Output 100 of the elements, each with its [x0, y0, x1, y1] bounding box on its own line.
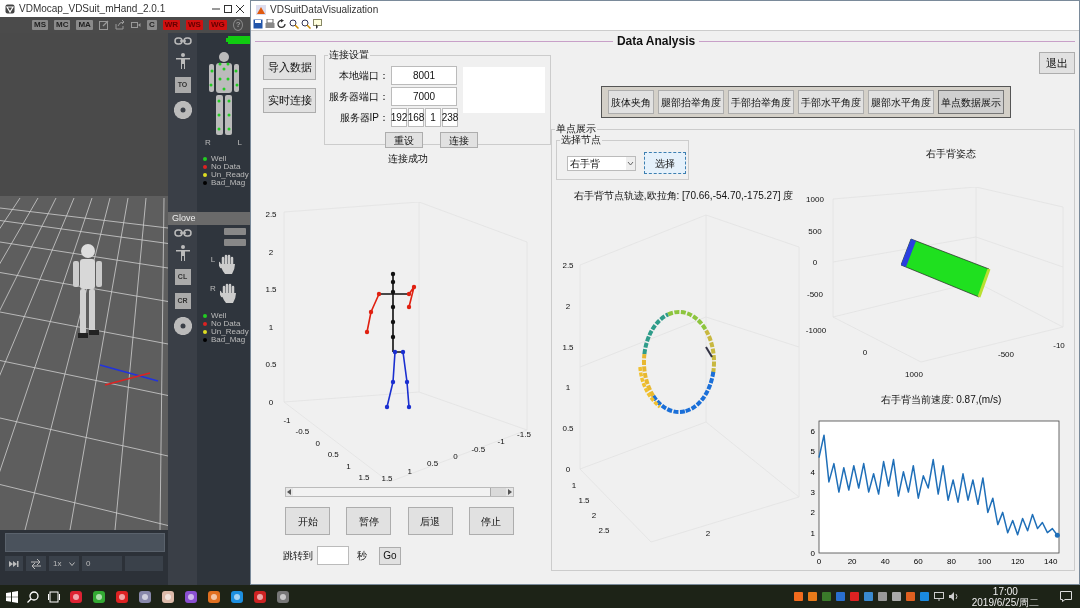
- view-tab[interactable]: 腿部水平角度: [868, 90, 934, 114]
- tick-label: 60: [913, 557, 923, 566]
- view-tab[interactable]: 腿部抬举角度: [658, 90, 724, 114]
- battery-icon: [224, 228, 246, 235]
- skip-end-button[interactable]: [5, 556, 23, 571]
- input-field[interactable]: 192: [391, 108, 407, 127]
- data-cursor-icon[interactable]: [313, 19, 323, 29]
- action-button[interactable]: 实时连接: [263, 88, 316, 113]
- tick-label: 2.5: [598, 525, 610, 535]
- tick-label: 0: [816, 557, 822, 566]
- app-icon[interactable]: [138, 589, 152, 604]
- person-icon[interactable]: [175, 53, 190, 69]
- legend-label: No Data: [211, 162, 241, 171]
- playback-button[interactable]: 后退: [407, 507, 453, 535]
- task-view-icon[interactable]: [48, 590, 60, 603]
- view-tab[interactable]: 肢体夹角: [608, 90, 654, 114]
- person-icon[interactable]: [175, 245, 190, 261]
- network-icon[interactable]: [933, 592, 944, 601]
- input-field[interactable]: 168: [408, 108, 424, 127]
- caret-icon: [626, 156, 635, 170]
- zoom-out-icon[interactable]: [301, 19, 311, 29]
- view-tab[interactable]: 手部水平角度: [798, 90, 864, 114]
- app-icon[interactable]: [184, 589, 198, 604]
- app-icon[interactable]: [92, 589, 106, 604]
- action-button[interactable]: 导入数据: [263, 55, 316, 80]
- exit-button[interactable]: 退出: [1039, 52, 1075, 74]
- input-field[interactable]: 1: [425, 108, 441, 127]
- legend-label: No Data: [211, 319, 241, 328]
- arrow-left-icon[interactable]: [286, 488, 293, 496]
- select-button[interactable]: 选择: [644, 152, 686, 174]
- app-icon[interactable]: [253, 589, 267, 604]
- camera-icon[interactable]: [130, 21, 141, 29]
- app-logo-icon: [5, 3, 15, 14]
- app-icon[interactable]: [115, 589, 129, 604]
- edit-icon[interactable]: [98, 20, 109, 30]
- input-field[interactable]: 238: [442, 108, 458, 127]
- input-field[interactable]: 7000: [391, 87, 457, 106]
- maximize-icon[interactable]: [224, 4, 232, 13]
- go-button[interactable]: Go: [379, 546, 401, 565]
- legend-label: Bad_Mag: [211, 178, 246, 187]
- clock-time: 17:00: [991, 585, 1019, 597]
- app-icon[interactable]: [230, 589, 244, 604]
- playback-button[interactable]: 停止: [469, 507, 514, 535]
- rotate-icon[interactable]: [277, 19, 287, 29]
- start-icon[interactable]: [6, 590, 18, 603]
- input-field[interactable]: 8001: [391, 66, 457, 85]
- tick-label: -10: [1053, 340, 1065, 350]
- action-button[interactable]: 连接: [440, 132, 478, 148]
- toolbar-button[interactable]: MC: [54, 20, 71, 30]
- tick-label: 0.5: [265, 359, 277, 369]
- zoom-in-icon[interactable]: [289, 19, 299, 29]
- swap-button[interactable]: [26, 556, 46, 571]
- arrow-right-icon[interactable]: [506, 488, 513, 496]
- speed-select[interactable]: 1x: [49, 556, 79, 571]
- notification-icon[interactable]: [1060, 591, 1072, 602]
- window-title: VDSuitDataVisualization: [270, 3, 379, 17]
- tick-label: 2.5: [265, 209, 277, 219]
- app-icon[interactable]: [207, 589, 221, 604]
- toolbar-button[interactable]: MA: [76, 20, 93, 30]
- tick-label: 1: [346, 461, 351, 471]
- action-button[interactable]: 重设: [385, 132, 423, 148]
- text-field[interactable]: [5, 533, 165, 552]
- playback-button[interactable]: 开始: [285, 507, 330, 535]
- view-tab[interactable]: 手部抬举角度: [728, 90, 794, 114]
- tick-label: 6: [810, 427, 815, 437]
- link-icon[interactable]: [173, 229, 192, 237]
- tick-label: -1: [283, 415, 291, 425]
- toolbar-button[interactable]: C: [146, 20, 157, 30]
- tick-label: 140: [1044, 557, 1058, 566]
- search-icon[interactable]: [27, 590, 39, 603]
- tick-label: 1: [268, 322, 274, 332]
- slider-thumb[interactable]: [293, 488, 492, 496]
- group-legend: 选择节点: [560, 135, 602, 145]
- status-text: 连接成功: [387, 152, 429, 166]
- battery-icon: [224, 239, 246, 246]
- toolbar-button[interactable]: MS: [32, 20, 48, 30]
- tick-label: 1: [571, 480, 577, 490]
- app-icon[interactable]: [69, 589, 83, 604]
- input-field[interactable]: [317, 546, 349, 565]
- panel-header: Glove: [168, 212, 250, 225]
- tick-label: 1: [565, 382, 571, 392]
- frame-field[interactable]: 0: [82, 556, 122, 571]
- app-icon[interactable]: [161, 589, 175, 604]
- legend-label: Well: [211, 311, 227, 320]
- field-label: 本地端口：: [338, 69, 390, 83]
- link-icon[interactable]: [173, 37, 192, 45]
- tick-label: 1.5: [265, 284, 277, 294]
- node-select[interactable]: 右手背: [567, 155, 636, 171]
- close-icon[interactable]: [236, 4, 244, 13]
- view-tab[interactable]: 单点数据展示: [938, 90, 1004, 114]
- timeline-slider[interactable]: [285, 487, 514, 497]
- tick-label: 2: [705, 528, 711, 538]
- section-heading: Data Analysis: [616, 33, 696, 50]
- app-icon[interactable]: [276, 589, 290, 604]
- share-icon[interactable]: [114, 20, 125, 30]
- tick-label: -1000: [805, 325, 827, 335]
- playback-button[interactable]: 暂停: [346, 507, 392, 535]
- volume-icon[interactable]: [948, 592, 959, 601]
- save-icon[interactable]: [253, 19, 263, 29]
- legend-label: Bad_Mag: [211, 335, 246, 344]
